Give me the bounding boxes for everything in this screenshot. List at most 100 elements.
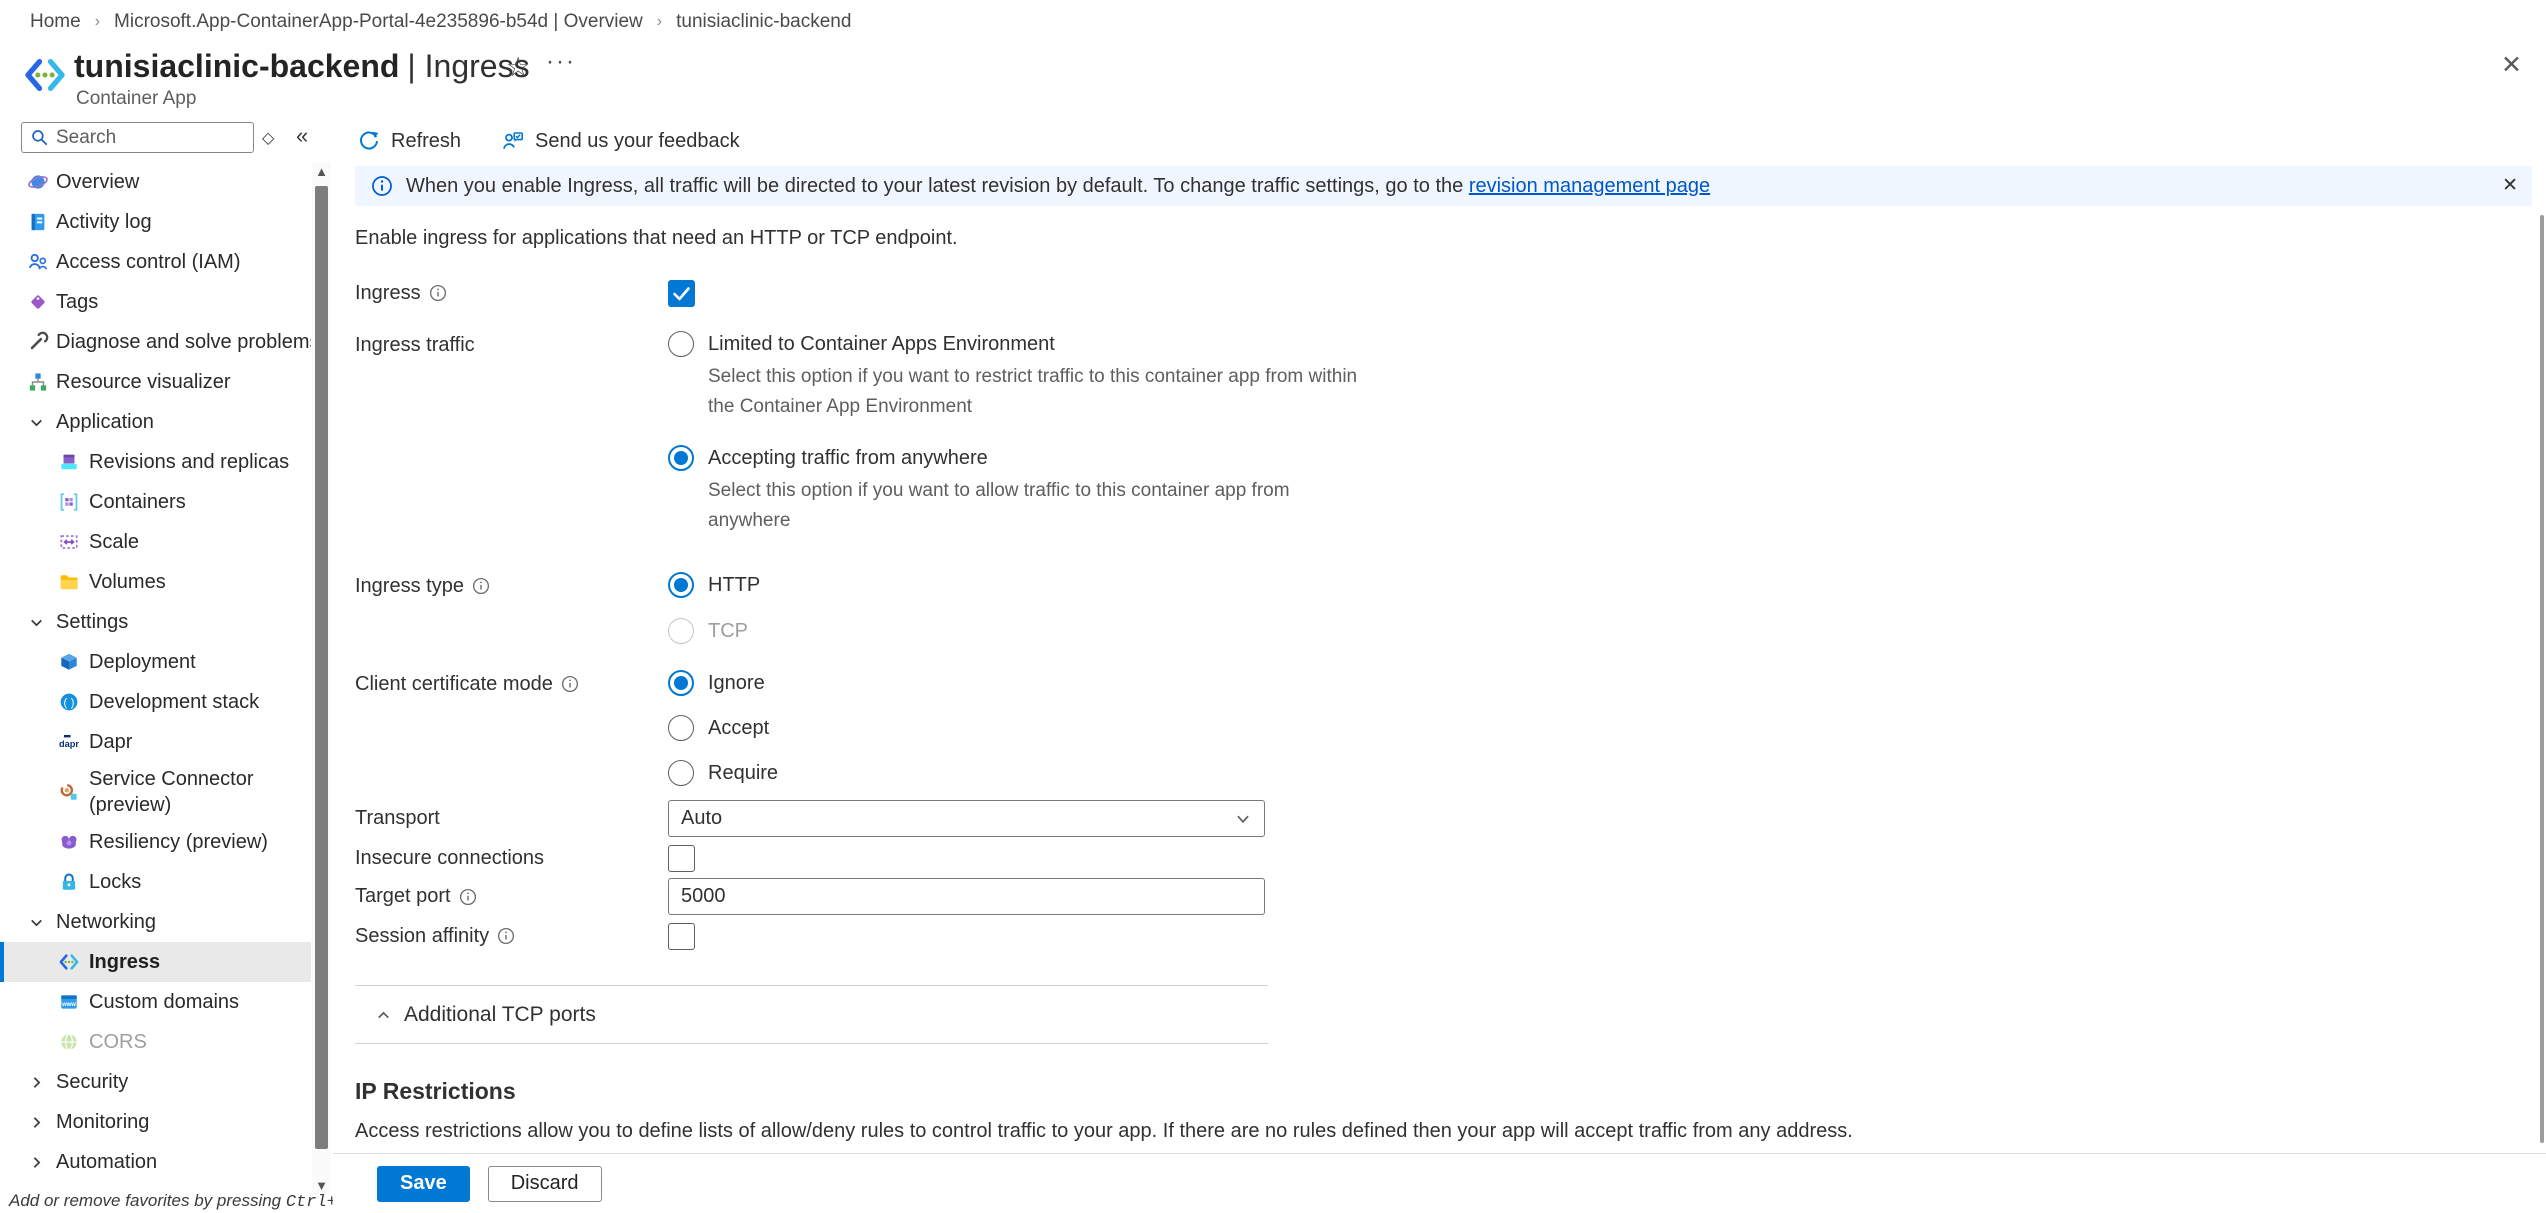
container-app-icon (22, 52, 68, 98)
command-bar: Refresh Send us your feedback (357, 124, 2546, 158)
additional-tcp-ports-toggle[interactable]: Additional TCP ports (375, 1000, 2546, 1030)
sidebar-item-deployment[interactable]: Deployment (0, 642, 311, 682)
transport-select[interactable]: Auto (668, 800, 1265, 837)
collapse-menu-icon[interactable]: « (296, 123, 308, 149)
sidebar-group-networking[interactable]: Networking (0, 902, 311, 942)
info-icon[interactable] (472, 577, 490, 595)
radio-disabled (668, 618, 694, 644)
traffic-option-limited[interactable]: Limited to Container Apps Environment Se… (668, 331, 1373, 422)
session-affinity-checkbox[interactable] (668, 923, 695, 950)
sidebar-item-volumes[interactable]: Volumes (0, 562, 311, 602)
insecure-label: Insecure connections (355, 844, 668, 872)
session-affinity-label: Session affinity (355, 922, 668, 950)
sidebar-item-access-control[interactable]: Access control (IAM) (0, 242, 311, 282)
sidebar-item-dapr[interactable]: dapr Dapr (0, 722, 311, 762)
dev-stack-icon: () (58, 691, 80, 713)
ingress-icon (58, 951, 80, 973)
cert-option-accept[interactable]: Accept (668, 715, 778, 741)
sidebar-item-locks[interactable]: Locks (0, 862, 311, 902)
insecure-checkbox[interactable] (668, 845, 695, 872)
save-button[interactable]: Save (377, 1166, 470, 1202)
sidebar-item-development-stack[interactable]: () Development stack (0, 682, 311, 722)
cert-option-ignore[interactable]: Ignore (668, 670, 778, 696)
lock-icon (58, 871, 80, 893)
pin-menu-icon[interactable]: ◇ (262, 128, 274, 148)
sidebar-scrollbar[interactable]: ▲ ▼ (312, 162, 331, 1195)
client-cert-label: Client certificate mode (355, 670, 668, 698)
main-scrollbar[interactable] (2540, 215, 2544, 1143)
search-input[interactable] (56, 127, 216, 149)
scale-icon (58, 531, 80, 553)
sidebar-group-application[interactable]: Application (0, 402, 311, 442)
sidebar-search[interactable] (21, 122, 254, 153)
target-port-input[interactable] (668, 878, 1265, 915)
type-option-tcp: TCP (668, 618, 760, 644)
feedback-icon (501, 129, 525, 153)
chevron-down-icon (1234, 810, 1252, 828)
feedback-button[interactable]: Send us your feedback (501, 129, 740, 153)
sidebar-group-security[interactable]: Security (0, 1062, 311, 1102)
info-icon[interactable] (561, 675, 579, 693)
wrench-icon (27, 331, 49, 353)
sidebar-item-diagnose[interactable]: Diagnose and solve problems (0, 322, 311, 362)
breadcrumb-current[interactable]: tunisiaclinic-backend (676, 11, 851, 33)
hierarchy-icon (27, 371, 49, 393)
sidebar-group-settings[interactable]: Settings (0, 602, 311, 642)
traffic-option-anywhere[interactable]: Accepting traffic from anywhere Select t… (668, 445, 1373, 536)
tag-icon (27, 291, 49, 313)
info-icon[interactable] (459, 888, 477, 906)
sidebar-item-overview[interactable]: Overview (0, 162, 311, 202)
sidebar-item-containers[interactable]: Containers (0, 482, 311, 522)
breadcrumb-overview[interactable]: Microsoft.App-ContainerApp-Portal-4e2358… (114, 11, 643, 33)
scroll-up-icon[interactable]: ▲ (312, 164, 331, 179)
type-option-http[interactable]: HTTP (668, 572, 760, 598)
info-icon[interactable] (429, 284, 447, 302)
sidebar-item-custom-domains[interactable]: www Custom domains (0, 982, 311, 1022)
sidebar-item-activity-log[interactable]: Activity log (0, 202, 311, 242)
revisions-icon (58, 451, 80, 473)
cert-option-require[interactable]: Require (668, 760, 778, 786)
ingress-traffic-label: Ingress traffic (355, 331, 668, 359)
blade-header: tunisiaclinic-backend| Ingress Container… (0, 46, 2546, 110)
sidebar-group-monitoring[interactable]: Monitoring (0, 1102, 311, 1142)
sidebar-item-revisions[interactable]: Revisions and replicas (0, 442, 311, 482)
svg-text:(): () (62, 698, 75, 710)
sidebar-item-resiliency[interactable]: Resiliency (preview) (0, 822, 311, 862)
close-blade-icon[interactable]: ✕ (2501, 50, 2522, 80)
intro-text: Enable ingress for applications that nee… (355, 227, 2546, 250)
favorite-star-icon[interactable]: ☆ (506, 52, 530, 83)
sidebar-nav: Overview Activity log Access control (IA… (0, 162, 311, 1191)
discard-button[interactable]: Discard (488, 1166, 602, 1202)
sidebar-item-service-connector[interactable]: Service Connector (preview) (0, 762, 311, 822)
sidebar-item-cors[interactable]: CORS (0, 1022, 311, 1062)
radio-selected[interactable] (668, 670, 694, 696)
radio-unselected[interactable] (668, 331, 694, 357)
scrollbar-thumb[interactable] (315, 186, 328, 1149)
radio-unselected[interactable] (668, 715, 694, 741)
chevron-down-icon (28, 914, 45, 931)
ip-restrictions-description: Access restrictions allow you to define … (355, 1120, 2546, 1143)
refresh-button[interactable]: Refresh (357, 129, 461, 153)
sidebar: ◇ « Overview Activity log Access control… (0, 110, 333, 1213)
sidebar-item-tags[interactable]: Tags (0, 282, 311, 322)
info-icon[interactable] (497, 927, 515, 945)
breadcrumb-home[interactable]: Home (30, 11, 81, 33)
azure-portal-page: Home › Microsoft.App-ContainerApp-Portal… (0, 0, 2546, 1213)
ingress-checkbox[interactable] (668, 280, 695, 307)
target-port-label: Target port (355, 883, 668, 911)
divider (355, 985, 1268, 986)
more-options-icon[interactable]: ··· (546, 48, 576, 76)
sidebar-item-ingress[interactable]: Ingress (0, 942, 311, 982)
radio-selected[interactable] (668, 445, 694, 471)
sidebar-item-resource-visualizer[interactable]: Resource visualizer (0, 362, 311, 402)
radio-unselected[interactable] (668, 760, 694, 786)
activity-log-icon (27, 211, 49, 233)
banner-close-icon[interactable]: ✕ (2502, 174, 2518, 197)
chevron-down-icon (28, 614, 45, 631)
radio-selected[interactable] (668, 572, 694, 598)
revision-management-link[interactable]: revision management page (1469, 175, 1710, 197)
globe-icon (58, 1031, 80, 1053)
sidebar-item-scale[interactable]: Scale (0, 522, 311, 562)
breadcrumb: Home › Microsoft.App-ContainerApp-Portal… (0, 0, 2546, 44)
sidebar-group-automation[interactable]: Automation (0, 1142, 311, 1182)
